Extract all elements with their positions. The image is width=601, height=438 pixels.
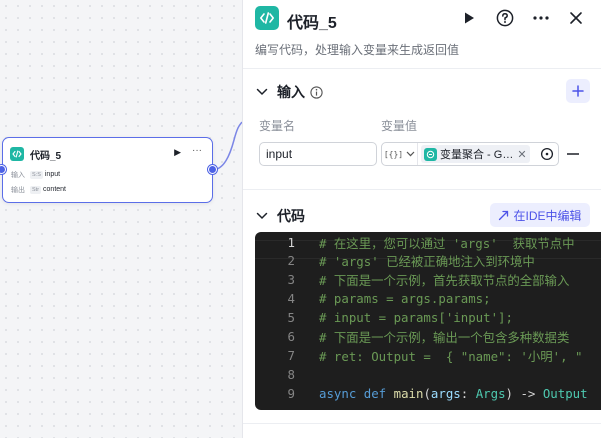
code-line: 1 # 在这里，您可以通过 'args' 获取节点中 (287, 235, 575, 251)
panel-header: 代码_5 编写代码，处理输入变量来生成返回值 (243, 0, 601, 68)
divider (243, 423, 601, 424)
node-output-name: content (43, 186, 66, 193)
code-section-title: 代码 (277, 208, 305, 224)
node-input-type: S:S (30, 170, 43, 179)
code-section-header[interactable]: 代码 (255, 206, 305, 226)
info-icon[interactable] (310, 85, 323, 99)
output-port[interactable] (208, 165, 217, 174)
chevron-down-icon (255, 209, 269, 223)
code-icon (10, 147, 24, 161)
param-value-field[interactable]: [{}] 变量聚合 - G… ✕ (381, 142, 559, 166)
type-select[interactable]: [{}] (382, 143, 418, 165)
code-line: 2 # 'args' 已经被正确地注入到环境中 (287, 253, 535, 269)
run-icon[interactable] (457, 6, 481, 30)
node-input-label: 输入 (11, 171, 25, 179)
input-section-title: 输入 (277, 84, 305, 100)
code-line: 4 # params = args.params; (287, 291, 491, 306)
node-output-label: 输出 (11, 186, 25, 194)
remove-input-button[interactable] (567, 147, 579, 161)
variable-reference-text: 变量聚合 - G… (440, 149, 514, 161)
edit-in-ide-button[interactable]: 在IDE中编辑 (490, 203, 590, 227)
chevron-down-icon (255, 85, 269, 99)
chevron-down-icon (406, 151, 415, 157)
edit-in-ide-label: 在IDE中编辑 (513, 208, 582, 223)
code-line: 8 (287, 367, 295, 382)
panel-title: 代码_5 (287, 15, 337, 32)
code-editor[interactable]: 1 # 在这里，您可以通过 'args' 获取节点中 2 # 'args' 已经被正… (255, 232, 601, 410)
node-config-panel: 代码_5 编写代码，处理输入变量来生成返回值 输入 变量名 变量值 [{}] (242, 0, 601, 438)
connection-edge (212, 121, 243, 171)
node-input-row: 输入 S:S input (11, 169, 60, 180)
divider (243, 189, 601, 190)
panel-description: 编写代码，处理输入变量来生成返回值 (255, 43, 460, 57)
code-line: 3 # 下面是一个示例，首先获取节点的全部输入 (287, 272, 570, 288)
node-output-type: Str (30, 185, 42, 194)
code-line: 7 # ret: Output = { "name": '小明', " (287, 348, 583, 364)
more-icon[interactable] (529, 6, 553, 30)
node-input-name: input (44, 171, 61, 178)
expand-icon (499, 210, 509, 220)
code-line: 9 async def main(args: Args) -> Output (287, 386, 588, 401)
node-header: 代码_5 ▶ ··· (10, 145, 204, 162)
code-node[interactable]: 代码_5 ▶ ··· 输入 S:S input 输出 Str content (2, 137, 213, 203)
input-section-header[interactable]: 输入 (255, 82, 323, 102)
column-label-name: 变量名 (259, 119, 296, 133)
more-icon[interactable]: ··· (192, 145, 202, 156)
help-icon[interactable] (493, 6, 517, 30)
code-line: 6 # 下面是一个示例，输出一个包含多种数据类 (287, 329, 570, 345)
param-name-input[interactable] (259, 142, 377, 166)
column-label-value: 变量值 (381, 119, 418, 133)
variable-aggregate-icon (424, 147, 437, 161)
divider (243, 68, 601, 69)
code-line: 5 # input = params['input']; (287, 310, 513, 325)
code-icon (255, 6, 279, 30)
run-icon[interactable]: ▶ (174, 147, 181, 158)
clear-icon[interactable]: ✕ (517, 148, 526, 161)
close-icon[interactable] (564, 6, 588, 30)
node-title: 代码_5 (30, 150, 62, 162)
node-output-row: 输出 Str content (11, 184, 66, 195)
add-input-button[interactable] (566, 79, 590, 103)
variable-picker-icon[interactable] (540, 147, 554, 166)
variable-reference-tag[interactable]: 变量聚合 - G… ✕ (421, 145, 530, 163)
type-value: [{}] (383, 149, 404, 159)
